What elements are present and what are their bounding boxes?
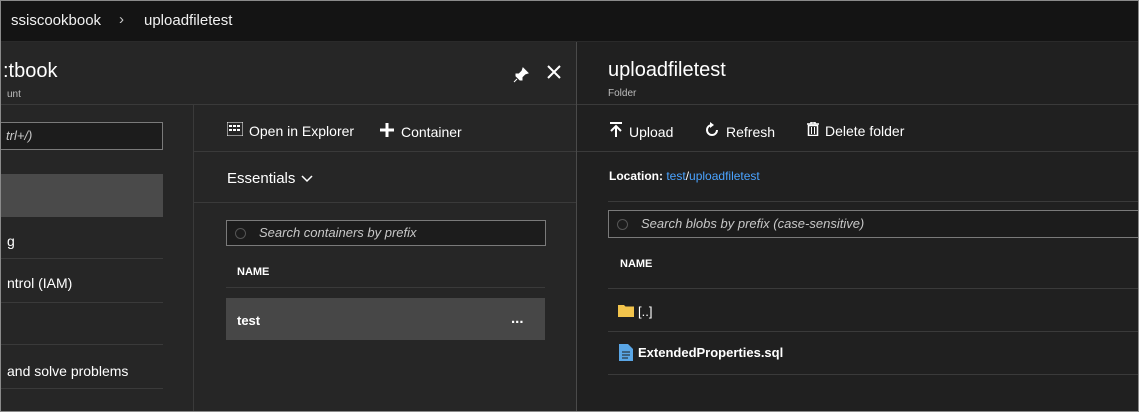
menu-divider	[1, 258, 163, 259]
refresh-button[interactable]: Refresh	[704, 122, 775, 141]
breadcrumb-item-storage-account[interactable]: ssiscookbook	[11, 12, 101, 29]
location-line: Location: test/uploadfiletest	[609, 169, 760, 183]
upload-button[interactable]: Upload	[609, 122, 673, 141]
more-options-icon[interactable]: ...	[511, 310, 524, 327]
folder-icon	[618, 304, 634, 322]
toolbar-divider	[577, 151, 1138, 152]
folder-title: uploadfiletest	[608, 59, 726, 81]
add-container-button[interactable]: Container	[379, 122, 462, 141]
file-icon	[619, 344, 633, 366]
menu-item-selected[interactable]	[1, 174, 163, 217]
blob-name: ExtendedProperties.sql	[638, 345, 784, 360]
row-divider	[608, 374, 1138, 375]
container-search-placeholder: Search containers by prefix	[259, 225, 417, 240]
menu-search-placeholder: trl+/)	[6, 128, 33, 143]
menu-item-access-control[interactable]: ntrol (IAM)	[7, 275, 167, 291]
table-row[interactable]	[226, 298, 545, 340]
location-divider	[608, 201, 1138, 202]
column-header-divider	[226, 287, 545, 288]
location-label: Location:	[609, 169, 663, 183]
column-header-name: NAME	[620, 258, 653, 270]
header-divider	[1, 104, 576, 105]
menu-search-input[interactable]: trl+/)	[1, 122, 163, 150]
location-link-folder[interactable]: uploadfiletest	[689, 169, 760, 183]
delete-folder-button[interactable]: Delete folder	[807, 121, 905, 139]
trash-icon	[807, 121, 819, 139]
breadcrumb: ssiscookbook › uploadfiletest	[1, 1, 1138, 42]
essentials-toggle[interactable]: Essentials	[227, 170, 313, 187]
open-in-explorer-button[interactable]: Open in Explorer	[226, 121, 355, 139]
pin-icon[interactable]	[513, 67, 529, 86]
table-row[interactable]: ExtendedProperties.sql	[608, 332, 1138, 374]
column-header-name: NAME	[237, 266, 270, 278]
folder-blade: uploadfiletest Folder Upload Refresh Del…	[577, 42, 1138, 411]
table-row[interactable]: [..]	[608, 289, 1138, 331]
blade-title: :tbook	[3, 60, 58, 82]
search-icon	[617, 219, 628, 230]
open-in-explorer-label: Open in Explorer	[249, 122, 355, 139]
breadcrumb-separator: ›	[119, 11, 124, 28]
add-container-label: Container	[401, 123, 462, 140]
container-name[interactable]: test	[237, 313, 260, 328]
portal-window: ssiscookbook › uploadfiletest :tbook unt…	[0, 0, 1139, 412]
refresh-icon	[704, 122, 720, 141]
menu-divider	[1, 388, 163, 389]
blade-subtitle: unt	[7, 89, 21, 100]
plus-icon	[379, 122, 395, 141]
delete-folder-label: Delete folder	[825, 122, 905, 139]
chevron-down-icon	[301, 170, 313, 187]
upload-label: Upload	[629, 123, 674, 140]
location-link-container[interactable]: test	[666, 169, 685, 183]
breadcrumb-item-folder[interactable]: uploadfiletest	[144, 12, 232, 29]
toolbar-divider	[194, 151, 576, 152]
menu-item-diagnose-solve[interactable]: and solve problems	[7, 363, 167, 379]
header-divider	[577, 104, 1138, 105]
container-search-input[interactable]: Search containers by prefix	[226, 220, 546, 246]
menu-divider	[1, 302, 163, 303]
blob-search-placeholder: Search blobs by prefix (case-sensitive)	[641, 216, 865, 231]
close-icon[interactable]	[546, 64, 562, 83]
essentials-divider	[194, 202, 576, 203]
explorer-icon	[226, 121, 244, 139]
essentials-label: Essentials	[227, 170, 296, 187]
menu-divider	[1, 344, 163, 345]
storage-account-blade: :tbook unt trl+/) g ntrol (IAM) and solv…	[1, 42, 576, 411]
folder-subtitle: Folder	[608, 88, 637, 99]
blob-name: [..]	[638, 304, 653, 319]
search-icon	[235, 228, 246, 239]
blob-search-input[interactable]: Search blobs by prefix (case-sensitive)	[608, 210, 1138, 238]
menu-item-logging[interactable]: g	[7, 233, 167, 249]
refresh-label: Refresh	[726, 123, 776, 140]
upload-icon	[609, 122, 623, 141]
